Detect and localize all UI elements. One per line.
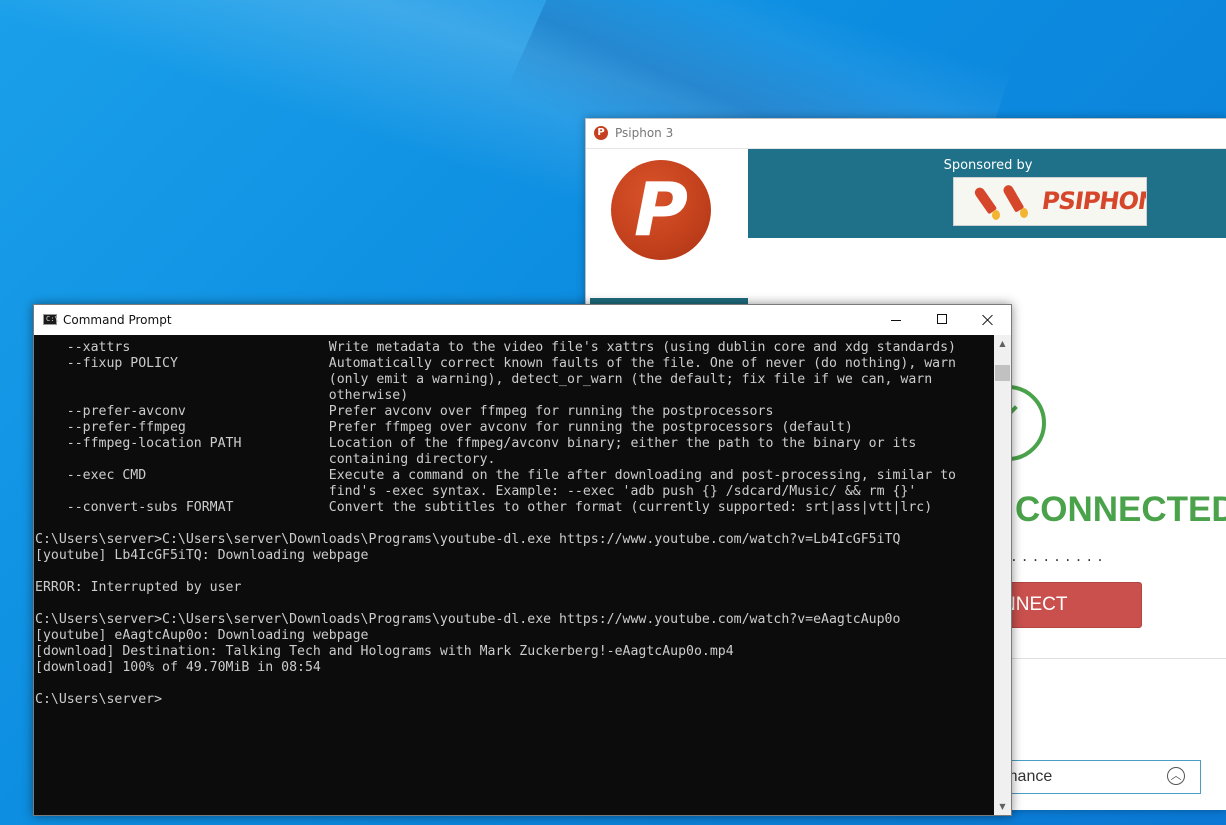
command-prompt-window[interactable]: C:\ Command Prompt --xattrs Write metada… bbox=[33, 304, 1012, 816]
minimize-button[interactable] bbox=[873, 305, 919, 335]
terminal-line: [youtube] Lb4IcGF5iTQ: Downloading webpa… bbox=[35, 548, 369, 563]
terminal-line: --ffmpeg-location PATH Location of the f… bbox=[35, 436, 917, 451]
terminal-line: C:\Users\server> bbox=[35, 692, 163, 707]
disconnect-button[interactable]: NNECT bbox=[991, 582, 1142, 628]
psiphon-logo-letter: P bbox=[633, 167, 689, 253]
terminal-line: [download] 100% of 49.70MiB in 08:54 bbox=[35, 660, 321, 675]
psiphon-app-icon: P bbox=[594, 126, 608, 140]
scroll-up-icon[interactable]: ▲ bbox=[994, 335, 1011, 352]
terminal-line: --fixup POLICY Automatically correct kno… bbox=[35, 356, 956, 371]
disconnect-button-label: NNECT bbox=[1002, 594, 1068, 615]
performance-mode-select[interactable]: ormance ︿ bbox=[990, 760, 1201, 794]
terminal-line: find's -exec syntax. Example: --exec 'ad… bbox=[35, 484, 917, 499]
terminal-output[interactable]: --xattrs Write metadata to the video fil… bbox=[34, 335, 994, 815]
terminal-line: --xattrs Write metadata to the video fil… bbox=[35, 340, 956, 355]
psiphon-titlebar[interactable]: P Psiphon 3 bbox=[586, 119, 1226, 149]
cmd-window-title: Command Prompt bbox=[63, 313, 172, 327]
sponsor-name: PSIPHON bbox=[1040, 187, 1147, 215]
minimize-icon bbox=[891, 320, 901, 321]
terminal-line: otherwise) bbox=[35, 388, 409, 403]
maximize-button[interactable] bbox=[919, 305, 965, 335]
cmd-titlebar[interactable]: C:\ Command Prompt bbox=[34, 305, 1011, 335]
terminal-line: --prefer-ffmpeg Prefer ffmpeg over avcon… bbox=[35, 420, 853, 435]
connection-status: CONNECTED bbox=[1015, 490, 1226, 529]
maximize-icon bbox=[937, 314, 947, 324]
terminal-line: --prefer-avconv Prefer avconv over ffmpe… bbox=[35, 404, 774, 419]
flame-icon bbox=[1020, 208, 1028, 218]
sponsor-banner[interactable]: PSIPHON bbox=[953, 177, 1147, 226]
chevron-up-icon[interactable]: ︿ bbox=[1167, 767, 1185, 785]
scrollbar-thumb[interactable] bbox=[995, 365, 1010, 381]
terminal-line: ERROR: Interrupted by user bbox=[35, 580, 242, 595]
psiphon-window-title: Psiphon 3 bbox=[615, 126, 674, 140]
psiphon-logo-icon: P bbox=[611, 160, 711, 260]
section-divider bbox=[1010, 658, 1226, 659]
sponsored-by-label: Sponsored by bbox=[943, 158, 1033, 173]
terminal-line: --exec CMD Execute a command on the file… bbox=[35, 468, 956, 483]
terminal-line: (only emit a warning), detect_or_warn (t… bbox=[35, 372, 933, 387]
scroll-down-icon[interactable]: ▼ bbox=[994, 798, 1011, 815]
terminal-icon: C:\ bbox=[43, 314, 59, 325]
terminal-line: C:\Users\server>C:\Users\server\Download… bbox=[35, 532, 901, 547]
flame-icon bbox=[992, 210, 1000, 220]
terminal-icon-glyph: C:\ bbox=[46, 315, 59, 323]
terminal-line: [download] Destination: Talking Tech and… bbox=[35, 644, 734, 659]
terminal-line: --convert-subs FORMAT Convert the subtit… bbox=[35, 500, 933, 515]
terminal-line: containing directory. bbox=[35, 452, 496, 467]
vertical-scrollbar[interactable]: ▲ ▼ bbox=[994, 335, 1011, 815]
terminal-line: [youtube] eAagtcAup0o: Downloading webpa… bbox=[35, 628, 369, 643]
terminal-line: C:\Users\server>C:\Users\server\Download… bbox=[35, 612, 901, 627]
close-button[interactable] bbox=[965, 305, 1011, 335]
sponsor-panel: Sponsored by PSIPHON bbox=[748, 149, 1226, 238]
